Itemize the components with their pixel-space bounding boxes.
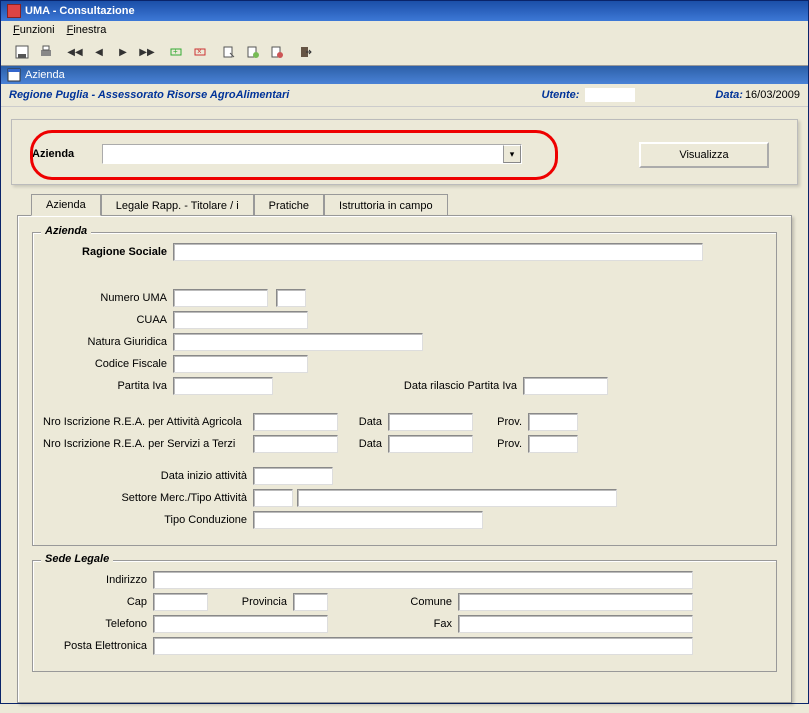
lbl-settore: Settore Merc./Tipo Attività (43, 492, 253, 504)
tabs: Azienda Legale Rapp. - Titolare / i Prat… (11, 193, 798, 215)
group-azienda: Azienda Ragione Sociale Numero UMA CUAA (32, 232, 777, 546)
lbl-ragione-sociale: Ragione Sociale (43, 246, 173, 258)
field-email[interactable] (153, 637, 693, 655)
tool-prev-icon[interactable]: ◀ (88, 42, 110, 62)
header-strip: Regione Puglia - Assessorato Risorse Agr… (1, 84, 808, 107)
field-indirizzo[interactable] (153, 571, 693, 589)
tool-cancel-icon[interactable] (266, 42, 288, 62)
tool-exit-icon[interactable] (295, 42, 317, 62)
field-telefono[interactable] (153, 615, 328, 633)
titlebar: UMA - Consultazione (1, 1, 808, 21)
lbl-codice-fiscale: Codice Fiscale (43, 358, 173, 370)
svg-text:×: × (197, 47, 202, 56)
lbl-email: Posta Elettronica (43, 640, 153, 652)
azienda-input[interactable] (103, 145, 503, 163)
group-sede-title: Sede Legale (41, 553, 113, 565)
lbl-cuaa: CUAA (43, 314, 173, 326)
tool-print-icon[interactable] (35, 42, 57, 62)
window-title: UMA - Consultazione (25, 5, 135, 17)
lbl-cap: Cap (43, 596, 153, 608)
lbl-tipo-cond: Tipo Conduzione (43, 514, 253, 526)
tool-last-icon[interactable]: ▶▶ (136, 42, 158, 62)
lbl-rea-agri-prov: Prov. (473, 416, 528, 428)
lbl-nro-rea-agri: Nro Iscrizione R.E.A. per Attività Agric… (43, 416, 253, 428)
search-label: Azienda (32, 148, 102, 160)
header-left-text: Regione Puglia - Assessorato Risorse Agr… (9, 89, 542, 101)
lbl-natura-giuridica: Natura Giuridica (43, 336, 173, 348)
field-data-rilascio-piva[interactable] (523, 377, 608, 395)
sub-window-icon (7, 68, 21, 82)
group-sede-legale: Sede Legale Indirizzo Cap Provincia Comu… (32, 560, 777, 672)
field-comune[interactable] (458, 593, 693, 611)
tool-save-icon[interactable] (11, 42, 33, 62)
field-settore-a[interactable] (253, 489, 293, 507)
dropdown-arrow-icon: ▾ (510, 149, 515, 160)
sub-titlebar: Azienda (1, 66, 808, 84)
tool-query-icon[interactable] (218, 42, 240, 62)
tab-panel-azienda: Azienda Ragione Sociale Numero UMA CUAA (17, 215, 792, 703)
azienda-combo[interactable]: ▾ (102, 144, 522, 164)
lbl-numero-uma: Numero UMA (43, 292, 173, 304)
utente-value (585, 88, 635, 102)
content-area: Azienda ▾ Visualizza Azienda Legale Rapp… (1, 107, 808, 703)
lbl-provincia: Provincia (208, 596, 293, 608)
field-natura-giuridica[interactable] (173, 333, 423, 351)
field-rea-agri-prov[interactable] (528, 413, 578, 431)
lbl-rea-agri-data: Data (338, 416, 388, 428)
sub-window-title: Azienda (25, 69, 65, 81)
field-provincia[interactable] (293, 593, 328, 611)
field-settore-b[interactable] (297, 489, 617, 507)
tab-istruttoria[interactable]: Istruttoria in campo (324, 194, 448, 216)
tab-legale[interactable]: Legale Rapp. - Titolare / i (101, 194, 254, 216)
field-numero-uma-a[interactable] (173, 289, 268, 307)
lbl-telefono: Telefono (43, 618, 153, 630)
azienda-dropdown-button[interactable]: ▾ (503, 145, 521, 163)
toolbar: ◀◀ ◀ ▶ ▶▶ + × (1, 39, 808, 66)
tab-pratiche[interactable]: Pratiche (254, 194, 324, 216)
field-fax[interactable] (458, 615, 693, 633)
app-icon (7, 4, 21, 18)
tool-delete-icon[interactable]: × (189, 42, 211, 62)
tab-azienda[interactable]: Azienda (31, 194, 101, 216)
tool-first-icon[interactable]: ◀◀ (64, 42, 86, 62)
lbl-nro-rea-terzi: Nro Iscrizione R.E.A. per Servizi a Terz… (43, 438, 253, 450)
visualizza-button[interactable]: Visualizza (639, 142, 769, 168)
utente-label: Utente: (542, 89, 580, 101)
group-azienda-title: Azienda (41, 225, 91, 237)
lbl-rea-terzi-prov: Prov. (473, 438, 528, 450)
tool-execute-icon[interactable] (242, 42, 264, 62)
lbl-comune: Comune (328, 596, 458, 608)
svg-text:+: + (173, 47, 178, 56)
lbl-fax: Fax (328, 618, 458, 630)
field-rea-terzi-data[interactable] (388, 435, 473, 453)
menu-finestra[interactable]: Finestra (67, 24, 107, 36)
menubar: Funzioni Finestra (1, 21, 808, 39)
field-rea-agri-data[interactable] (388, 413, 473, 431)
tool-insert-icon[interactable]: + (165, 42, 187, 62)
lbl-rea-terzi-data: Data (338, 438, 388, 450)
field-nro-rea-agri[interactable] (253, 413, 338, 431)
field-data-inizio[interactable] (253, 467, 333, 485)
lbl-partita-iva: Partita Iva (43, 380, 173, 392)
lbl-data-inizio: Data inizio attività (43, 470, 253, 482)
field-partita-iva[interactable] (173, 377, 273, 395)
field-ragione-sociale[interactable] (173, 243, 703, 261)
lbl-indirizzo: Indirizzo (43, 574, 153, 586)
search-area: Azienda ▾ Visualizza (11, 119, 798, 185)
field-cuaa[interactable] (173, 311, 308, 329)
field-cap[interactable] (153, 593, 208, 611)
field-codice-fiscale[interactable] (173, 355, 308, 373)
sub-window: Azienda Regione Puglia - Assessorato Ris… (1, 66, 808, 703)
tool-next-icon[interactable]: ▶ (112, 42, 134, 62)
field-rea-terzi-prov[interactable] (528, 435, 578, 453)
main-window: UMA - Consultazione Funzioni Finestra ◀◀… (0, 0, 809, 704)
field-nro-rea-terzi[interactable] (253, 435, 338, 453)
lbl-data-rilascio-piva: Data rilascio Partita Iva (273, 380, 523, 392)
data-label: Data: (715, 89, 743, 101)
field-tipo-cond[interactable] (253, 511, 483, 529)
menu-funzioni[interactable]: Funzioni (13, 24, 55, 36)
field-numero-uma-b[interactable] (276, 289, 306, 307)
data-value: 16/03/2009 (745, 89, 800, 101)
